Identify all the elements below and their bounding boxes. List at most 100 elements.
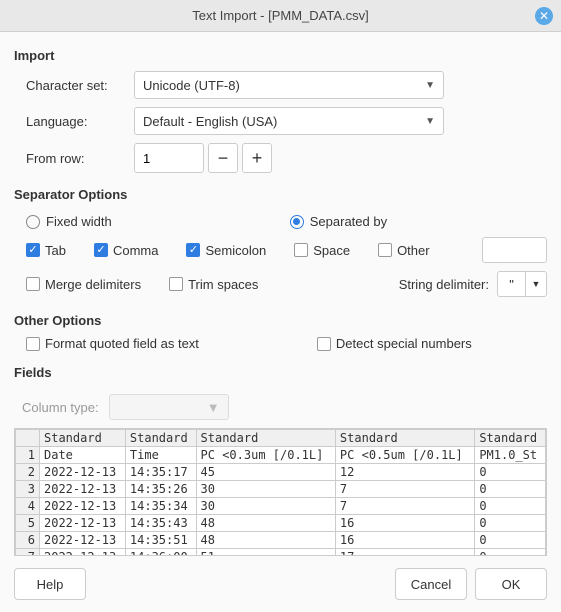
cell[interactable]: PC <0.3um [/0.1L]: [196, 447, 335, 464]
check-icon: [186, 243, 200, 257]
column-type-header[interactable]: Standard: [40, 430, 126, 447]
cell[interactable]: 0: [475, 549, 546, 557]
cell[interactable]: 2022-12-13: [40, 532, 126, 549]
cell[interactable]: 30: [196, 481, 335, 498]
cell[interactable]: 7: [335, 481, 474, 498]
cell[interactable]: 17: [335, 549, 474, 557]
cell[interactable]: 14:36:00: [125, 549, 196, 557]
checkbox-space[interactable]: Space: [294, 243, 350, 258]
radio-fixed-width[interactable]: Fixed width: [26, 214, 112, 229]
column-type-header[interactable]: Standard: [196, 430, 335, 447]
string-delimiter-value: ": [497, 271, 525, 297]
checkbox-trim-spaces[interactable]: Trim spaces: [169, 277, 258, 292]
cell[interactable]: 14:35:17: [125, 464, 196, 481]
language-label: Language:: [14, 114, 134, 129]
titlebar: Text Import - [PMM_DATA.csv] ✕: [0, 0, 561, 32]
checkbox-detect-special[interactable]: Detect special numbers: [317, 336, 472, 351]
cell[interactable]: 14:35:51: [125, 532, 196, 549]
cell[interactable]: PM1.0_St: [475, 447, 546, 464]
cell[interactable]: Time: [125, 447, 196, 464]
checkbox-format-quoted[interactable]: Format quoted field as text: [26, 336, 199, 351]
row-number: 1: [16, 447, 40, 464]
row-number: 4: [16, 498, 40, 515]
section-other: Other Options: [14, 313, 547, 328]
string-delimiter-combo[interactable]: " ▼: [497, 271, 547, 297]
check-icon: [26, 243, 40, 257]
section-separators: Separator Options: [14, 187, 547, 202]
checkbox-merge-delimiters[interactable]: Merge delimiters: [26, 277, 141, 292]
cancel-button[interactable]: Cancel: [395, 568, 467, 600]
charset-dropdown[interactable]: Unicode (UTF-8) ▼: [134, 71, 444, 99]
row-number: 2: [16, 464, 40, 481]
cell[interactable]: 2022-12-13: [40, 464, 126, 481]
column-type-header[interactable]: Standard: [475, 430, 546, 447]
cell[interactable]: 2022-12-13: [40, 481, 126, 498]
charset-label: Character set:: [14, 78, 134, 93]
column-type-header[interactable]: Standard: [335, 430, 474, 447]
column-type-header[interactable]: Standard: [125, 430, 196, 447]
close-icon[interactable]: ✕: [535, 7, 553, 25]
cell[interactable]: 16: [335, 532, 474, 549]
cell[interactable]: 12: [335, 464, 474, 481]
radio-icon: [26, 215, 40, 229]
chevron-down-icon[interactable]: ▼: [525, 271, 547, 297]
preview-table[interactable]: StandardStandardStandardStandardStandard…: [14, 428, 547, 556]
check-icon: [26, 337, 40, 351]
chevron-down-icon: ▼: [425, 80, 435, 91]
radio-fixed-label: Fixed width: [46, 214, 112, 229]
row-number: 3: [16, 481, 40, 498]
help-button[interactable]: Help: [14, 568, 86, 600]
cell[interactable]: 45: [196, 464, 335, 481]
cell[interactable]: 2022-12-13: [40, 515, 126, 532]
row-number: 6: [16, 532, 40, 549]
table-row[interactable]: 52022-12-1314:35:4348160: [16, 515, 546, 532]
string-delimiter-label: String delimiter:: [399, 277, 489, 292]
checkbox-tab[interactable]: Tab: [26, 243, 66, 258]
row-number: 5: [16, 515, 40, 532]
cell[interactable]: 48: [196, 515, 335, 532]
increment-button[interactable]: +: [242, 143, 272, 173]
fromrow-input[interactable]: [134, 143, 204, 173]
check-icon: [317, 337, 331, 351]
table-row[interactable]: 1DateTimePC <0.3um [/0.1L]PC <0.5um [/0.…: [16, 447, 546, 464]
cell[interactable]: 0: [475, 515, 546, 532]
cell[interactable]: 14:35:43: [125, 515, 196, 532]
check-icon: [169, 277, 183, 291]
checkbox-other[interactable]: Other: [378, 243, 430, 258]
checkbox-comma[interactable]: Comma: [94, 243, 159, 258]
cell[interactable]: 48: [196, 532, 335, 549]
decrement-button[interactable]: −: [208, 143, 238, 173]
section-fields: Fields: [14, 365, 547, 380]
fromrow-label: From row:: [14, 151, 134, 166]
cell[interactable]: 0: [475, 498, 546, 515]
charset-value: Unicode (UTF-8): [143, 78, 240, 93]
column-type-dropdown[interactable]: ▼: [109, 394, 229, 420]
radio-icon: [290, 215, 304, 229]
table-row[interactable]: 72022-12-1314:36:0051170: [16, 549, 546, 557]
radio-separated-by[interactable]: Separated by: [290, 214, 387, 229]
table-row[interactable]: 42022-12-1314:35:343070: [16, 498, 546, 515]
cell[interactable]: 7: [335, 498, 474, 515]
language-dropdown[interactable]: Default - English (USA) ▼: [134, 107, 444, 135]
cell[interactable]: 51: [196, 549, 335, 557]
cell[interactable]: 2022-12-13: [40, 498, 126, 515]
cell[interactable]: Date: [40, 447, 126, 464]
other-separator-input[interactable]: [482, 237, 547, 263]
table-row[interactable]: 22022-12-1314:35:1745120: [16, 464, 546, 481]
chevron-down-icon: ▼: [425, 116, 435, 127]
checkbox-semicolon[interactable]: Semicolon: [186, 243, 266, 258]
section-import: Import: [14, 48, 547, 63]
table-row[interactable]: 32022-12-1314:35:263070: [16, 481, 546, 498]
cell[interactable]: 30: [196, 498, 335, 515]
cell[interactable]: 14:35:34: [125, 498, 196, 515]
chevron-down-icon: ▼: [207, 400, 220, 415]
cell[interactable]: 0: [475, 464, 546, 481]
cell[interactable]: 0: [475, 532, 546, 549]
cell[interactable]: 0: [475, 481, 546, 498]
table-row[interactable]: 62022-12-1314:35:5148160: [16, 532, 546, 549]
ok-button[interactable]: OK: [475, 568, 547, 600]
cell[interactable]: 14:35:26: [125, 481, 196, 498]
cell[interactable]: 16: [335, 515, 474, 532]
cell[interactable]: PC <0.5um [/0.1L]: [335, 447, 474, 464]
cell[interactable]: 2022-12-13: [40, 549, 126, 557]
